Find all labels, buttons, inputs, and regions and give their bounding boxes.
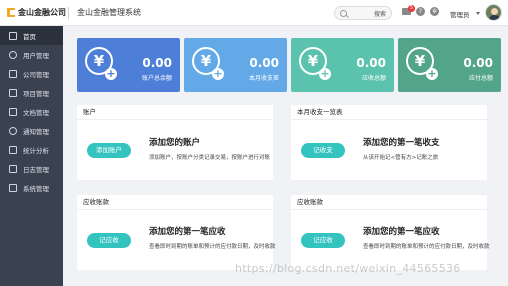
card-account: 账户 添加账户 添加您的账户 添加账户，按账户分类记录交易，按账户进行对账 [77,105,273,180]
card-heading: 添加您的账户 [149,138,201,148]
record-receivable-button[interactable]: 记应收 [301,233,345,248]
stat-amount: 0.00 [356,56,386,70]
plus-icon: + [212,67,224,80]
sidebar-item-system[interactable]: 系统管理 [0,178,63,197]
stat-label: 账户总余额 [141,75,172,82]
card-description: 查看即时到期的账单和预计的应付款日期，及时收款 [363,244,490,250]
mail-icon[interactable]: 5 [402,5,415,15]
user-icon [9,50,17,59]
card-title: 应收账款 [77,195,273,210]
sidebar-item-label: 项目管理 [23,89,49,98]
sidebar-item-label: 通知管理 [23,127,49,136]
record-receivable-button[interactable]: 记应收 [87,233,131,248]
stat-amount: 0.00 [249,56,279,70]
card-title: 应收账款 [291,195,487,210]
system-title: 金山金融管理系统 [77,8,141,17]
logo-icon [7,8,15,17]
add-account-button[interactable]: 添加账户 [87,143,131,158]
stat-card-balance[interactable]: ¥ + 0.00 账户总余额 [77,38,180,92]
sidebar-item-label: 公司管理 [23,70,49,79]
sidebar-item-label: 首页 [23,32,36,41]
card-heading: 添加您的第一笔应收 [149,227,226,237]
header-icons: 5 ? ✲ [402,5,439,16]
watermark: https://blog.csdn.net/weixin_44565536 [235,262,461,275]
stat-label: 应付总额 [468,75,493,82]
sidebar-item-documents[interactable]: 文档管理 [0,102,63,121]
card-title: 本月收支一览表 [291,105,487,120]
log-icon [9,164,17,173]
stat-amount: 0.00 [463,56,493,70]
stat-card-monthly[interactable]: ¥ + 0.00 本月收支差 [184,38,287,92]
top-header: 金山金融公司 金山金融管理系统 搜索 5 ? ✲ 管理员 [0,0,508,26]
card-receivables-2: 应收账款 记应收 添加您的第一笔应收 查看即时到期的账单和预计的应付款日期，及时… [291,195,490,270]
header-divider [68,6,69,19]
system-icon [9,183,17,192]
sidebar-item-logs[interactable]: 日志管理 [0,159,63,178]
company-icon [9,69,17,78]
stat-card-receivable[interactable]: ¥ + 0.00 应收总额 [291,38,394,92]
chevron-down-icon[interactable] [476,12,480,15]
gear-icon[interactable]: ✲ [430,7,439,16]
user-name[interactable]: 管理员 [450,9,470,19]
card-description: 查看即时到期的账单和预计的应付款日期，及时收款 [149,244,276,250]
sidebar-item-label: 用户管理 [23,51,49,60]
sidebar-item-projects[interactable]: 项目管理 [0,83,63,102]
search-input[interactable]: 搜索 [334,6,392,20]
sidebar-item-notifications[interactable]: 通知管理 [0,121,63,140]
card-title: 账户 [77,105,273,120]
sidebar: 首页 用户管理 公司管理 项目管理 文档管理 通知管理 统计分析 日志管理 系统… [0,26,63,286]
record-income-expense-button[interactable]: 记收支 [301,143,345,158]
help-icon[interactable]: ? [416,7,425,16]
search-icon [340,9,347,17]
notification-icon [9,126,17,135]
card-heading: 添加您的第一笔应收 [363,227,440,237]
plus-icon: + [319,67,331,80]
stat-amount: 0.00 [142,56,172,70]
sidebar-item-label: 系统管理 [23,184,49,193]
app-logo[interactable]: 金山金融公司 [0,7,66,18]
search-button[interactable]: 搜索 [374,9,386,18]
stat-label: 应收总额 [361,75,386,82]
avatar[interactable] [485,4,502,21]
sidebar-item-statistics[interactable]: 统计分析 [0,140,63,159]
plus-icon: + [426,67,438,80]
sidebar-item-home[interactable]: 首页 [0,26,63,45]
project-icon [9,88,17,97]
card-receivables: 应收账款 记应收 添加您的第一笔应收 查看即时到期的账单和预计的应付款日期，及时… [77,195,276,270]
document-icon [9,107,17,116]
sidebar-item-label: 统计分析 [23,146,49,155]
card-description: 添加账户，按账户分类记录交易，按账户进行对账 [149,155,271,161]
card-heading: 添加您的第一笔收支 [363,138,440,148]
logo-text: 金山金融公司 [18,8,66,17]
sidebar-item-label: 日志管理 [23,165,49,174]
plus-icon: + [105,67,117,80]
stat-label: 本月收支差 [248,75,279,82]
stat-card-payable[interactable]: ¥ + 0.00 应付总额 [398,38,501,92]
sidebar-item-label: 文档管理 [23,108,49,117]
home-icon [9,31,17,40]
card-description: 从该开始记<管有方>记账之旅 [363,155,439,161]
sidebar-item-company[interactable]: 公司管理 [0,64,63,83]
statistics-icon [9,145,17,154]
notification-badge: 5 [408,5,415,12]
card-monthly-overview: 本月收支一览表 记收支 添加您的第一笔收支 从该开始记<管有方>记账之旅 [291,105,487,180]
sidebar-item-users[interactable]: 用户管理 [0,45,63,64]
main-content: ¥ + 0.00 账户总余额 ¥ + 0.00 本月收支差 ¥ + 0.00 应… [63,26,508,286]
